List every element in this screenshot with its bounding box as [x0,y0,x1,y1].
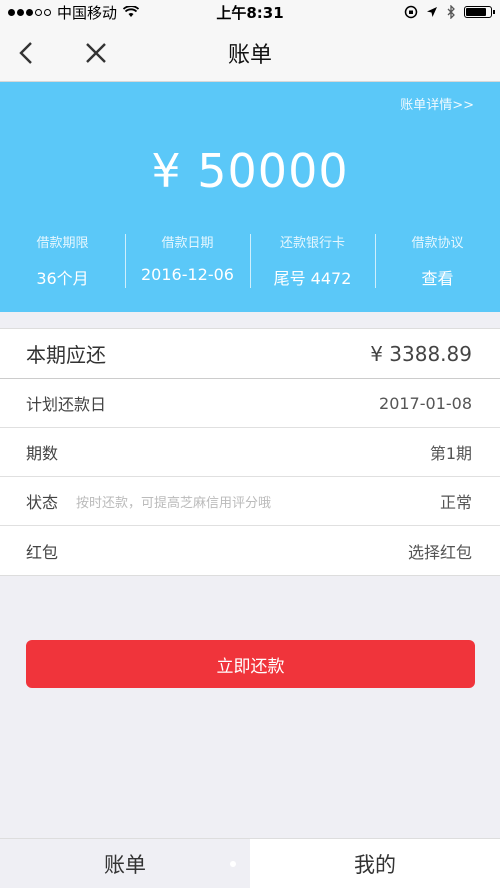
close-icon [86,42,106,63]
chevron-left-icon [19,41,32,64]
tab-label: 账单 [104,852,146,877]
info-bank-card: 还款银行卡 尾号 4472 [250,230,375,292]
info-value: 2016-12-06 [141,265,234,284]
location-icon [427,7,437,17]
info-value: 尾号 4472 [273,269,352,288]
tab-bar: 账单 我的 [0,838,500,888]
close-button[interactable] [76,33,116,73]
orientation-lock-icon [404,5,418,19]
row-value: 2017-01-08 [379,393,472,413]
info-loan-agreement: 借款协议 查看 [375,230,500,292]
current-due-amount: ¥ 3388.89 [370,341,472,366]
planned-date-row: 计划还款日 2017-01-08 [0,379,500,428]
row-label: 红包 [26,542,59,562]
loan-summary-panel: 账单详情>> ¥ 50000 借款期限 36个月 借款日期 2016-12-06… [0,82,500,312]
signal-icon [8,8,51,16]
row-label: 计划还款日 [26,395,107,414]
info-value: 36个月 [36,269,89,288]
repayment-detail-list: 本期应还 ¥ 3388.89 计划还款日 2017-01-08 期数 第1期 状… [0,328,500,576]
info-loan-term: 借款期限 36个月 [0,230,125,292]
tab-label: 我的 [354,852,396,877]
nav-bar: 账单 [0,24,500,82]
status-left: 中国移动 [8,2,404,23]
status-hint: 按时还款，可提高芝麻信用评分哦 [76,495,272,511]
tab-mine[interactable]: 我的 [250,839,500,888]
loan-amount: ¥ 50000 [151,144,349,198]
wifi-icon [123,6,140,17]
row-value: 正常 [439,493,472,512]
info-label: 借款期限 [36,236,89,251]
installment-row: 期数 第1期 [0,428,500,477]
info-label: 借款协议 [411,236,464,251]
info-label: 借款日期 [161,236,214,251]
red-packet-row[interactable]: 红包 选择红包 [0,526,500,575]
status-right [404,5,495,19]
current-due-row: 本期应还 ¥ 3388.89 [0,329,500,379]
bill-detail-link[interactable]: 账单详情>> [400,94,474,113]
tab-bill[interactable]: 账单 [0,839,250,888]
battery-icon [464,6,495,18]
info-loan-date: 借款日期 2016-12-06 [125,230,250,292]
bluetooth-icon [447,5,455,19]
page-indicator-dot [230,861,236,867]
row-label: 期数 [26,444,59,463]
row-label: 状态 [26,493,59,512]
carrier-label: 中国移动 [57,3,118,22]
page-title: 账单 [227,42,272,68]
battery-fill [466,8,486,16]
status-row: 状态 按时还款，可提高芝麻信用评分哦 正常 [0,477,500,526]
loan-info-row: 借款期限 36个月 借款日期 2016-12-06 还款银行卡 尾号 4472 … [0,230,500,292]
select-red-packet[interactable]: 选择红包 [408,539,472,563]
info-label: 还款银行卡 [279,236,345,251]
back-button[interactable] [6,33,46,73]
row-label: 本期应还 [26,343,106,367]
repay-now-button[interactable]: 立即还款 [26,640,475,688]
row-value: 第1期 [429,444,472,463]
view-agreement-link[interactable]: 查看 [375,265,500,289]
status-bar: 中国移动 上午8:31 [0,0,500,24]
